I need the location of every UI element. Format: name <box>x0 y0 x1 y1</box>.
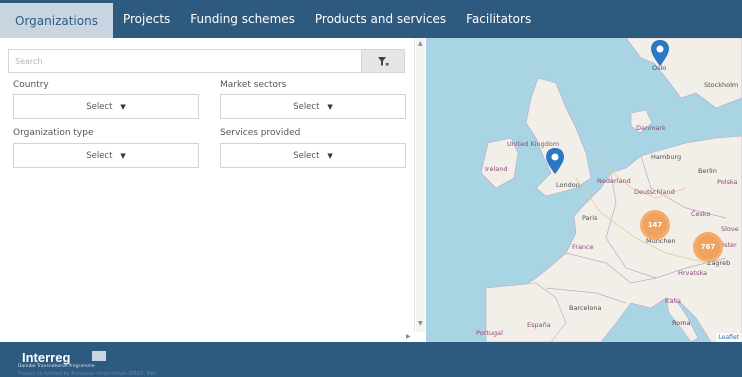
funding-note: Project co-funded by European Union fund… <box>18 371 157 377</box>
map-label-hamburg: Hamburg <box>651 153 682 161</box>
country-select[interactable]: Select ▼ <box>13 94 199 119</box>
map-attribution-link[interactable]: Leaflet <box>715 333 742 342</box>
organization-type-select-value: Select <box>86 150 113 161</box>
scroll-down-arrow-icon[interactable]: ▼ <box>418 320 423 327</box>
map-cluster-767[interactable]: 767 <box>693 232 723 262</box>
map-label-ireland: Ireland <box>485 165 508 173</box>
caret-down-icon: ▼ <box>327 102 333 111</box>
map-label-danmark: Danmark <box>636 124 666 132</box>
programme-name: Danube Transnational Programme <box>18 364 95 369</box>
search-input[interactable] <box>9 50 361 72</box>
map-label-espana: España <box>527 321 551 329</box>
scroll-up-arrow-icon[interactable]: ▲ <box>418 40 423 47</box>
scroll-right-arrow-icon[interactable]: ▶ <box>406 333 411 340</box>
app-window: Organizations Projects Funding schemes P… <box>0 0 742 377</box>
interreg-logo: Interreg <box>22 350 71 365</box>
map[interactable]: Oslo Stockholm United Kingdom Ireland Lo… <box>426 38 742 342</box>
map-label-deutschland: Deutschland <box>634 188 675 196</box>
map-label-cesko: Česko <box>691 210 711 218</box>
map-label-france: France <box>572 243 594 251</box>
market-sectors-label: Market sectors <box>220 80 287 90</box>
country-label: Country <box>13 80 49 90</box>
map-label-united-kingdom: United Kingdom <box>507 140 560 148</box>
country-select-value: Select <box>86 101 113 112</box>
map-cluster-147[interactable]: 147 <box>640 210 670 240</box>
tab-products-and-services[interactable]: Products and services <box>305 0 456 38</box>
top-navigation: Organizations Projects Funding schemes P… <box>0 0 742 38</box>
map-label-portugal: Portugal <box>476 329 503 337</box>
map-label-hrvatska: Hrvatska <box>678 269 707 277</box>
organization-type-label: Organization type <box>13 128 94 138</box>
tab-organizations[interactable]: Organizations <box>0 0 113 38</box>
map-label-london: London <box>556 181 580 189</box>
tab-funding-schemes[interactable]: Funding schemes <box>180 0 305 38</box>
map-label-italia: Italia <box>665 297 682 305</box>
eu-flag-icon <box>92 351 106 361</box>
caret-down-icon: ▼ <box>327 151 333 160</box>
map-label-stockholm: Stockholm <box>704 81 739 89</box>
cluster-count: 147 <box>647 221 663 229</box>
market-sectors-select[interactable]: Select ▼ <box>220 94 406 119</box>
map-label-polska: Polska <box>717 178 738 186</box>
map-label-roma: Roma <box>672 319 691 327</box>
caret-down-icon: ▼ <box>120 151 126 160</box>
map-label-paris: Paris <box>582 214 598 222</box>
cluster-count: 767 <box>700 243 716 251</box>
services-provided-select[interactable]: Select ▼ <box>220 143 406 168</box>
map-tiles <box>480 38 742 342</box>
market-sectors-select-value: Select <box>293 101 320 112</box>
map-label-barcelona: Barcelona <box>569 304 602 312</box>
map-label-slovensko: Slove <box>721 225 739 233</box>
map-label-berlin: Berlin <box>698 167 717 175</box>
caret-down-icon: ▼ <box>120 102 126 111</box>
tab-projects[interactable]: Projects <box>113 0 180 38</box>
organization-type-select[interactable]: Select ▼ <box>13 143 199 168</box>
map-label-nederland: Nederland <box>597 177 631 185</box>
vertical-scrollbar[interactable] <box>416 38 425 332</box>
filter-icon <box>377 52 389 71</box>
filter-button[interactable] <box>361 50 404 72</box>
services-provided-select-value: Select <box>293 150 320 161</box>
tab-facilitators[interactable]: Facilitators <box>456 0 541 38</box>
services-provided-label: Services provided <box>220 128 301 138</box>
search-bar <box>8 49 405 73</box>
filter-panel: Country Select ▼ Market sectors Select ▼… <box>0 38 415 332</box>
